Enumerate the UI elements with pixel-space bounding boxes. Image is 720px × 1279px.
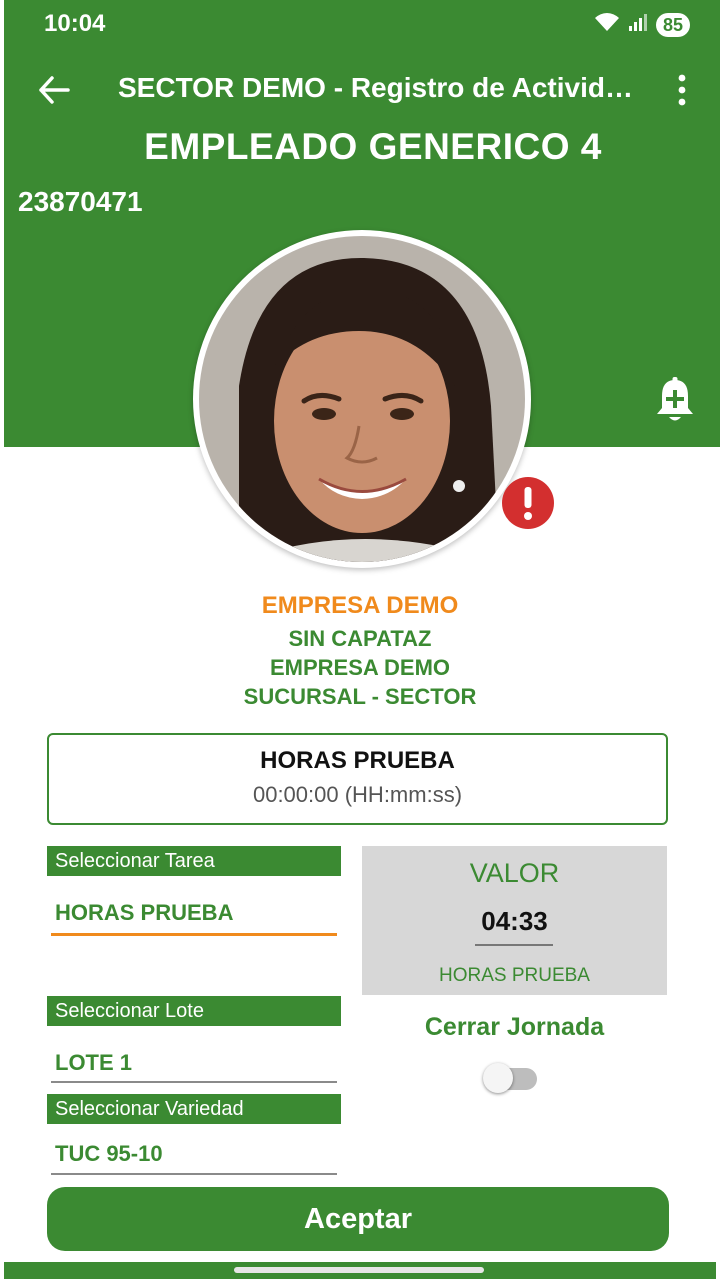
bell-plus-icon: [657, 377, 693, 421]
task-select[interactable]: HORAS PRUEBA: [51, 900, 339, 926]
task-select-underline: [51, 933, 337, 936]
battery-indicator: 85: [655, 12, 690, 37]
toggle-thumb: [483, 1063, 513, 1093]
variety-select[interactable]: TUC 95-10: [51, 1141, 339, 1167]
foreman-label: SIN CAPATAZ: [288, 626, 432, 651]
wifi-icon: [594, 11, 620, 38]
back-arrow-icon: [39, 76, 70, 104]
variety-select-underline: [51, 1173, 337, 1175]
valor-title: VALOR: [469, 858, 560, 888]
app-bar-title: SECTOR DEMO - Registro de Actividades: [118, 72, 638, 103]
overflow-menu-button[interactable]: [670, 70, 694, 110]
back-button[interactable]: [34, 70, 74, 110]
status-bar: 10:04 85: [0, 0, 720, 48]
nav-handle[interactable]: [234, 1267, 484, 1273]
navigation-bar: [4, 1262, 716, 1279]
company-name: EMPRESA DEMO: [261, 592, 459, 619]
close-shift-label: Cerrar Jornada: [424, 1013, 605, 1041]
valor-subtitle: HORAS PRUEBA: [439, 965, 590, 986]
status-icons: 85: [594, 11, 690, 38]
valor-underline: [475, 944, 553, 946]
task-field-label: Seleccionar Tarea: [47, 846, 341, 876]
employee-name: EMPLEADO GENERICO 4: [144, 126, 602, 167]
avatar: [193, 230, 531, 568]
hours-card: HORAS PRUEBA 00:00:00 (HH:mm:ss): [47, 733, 668, 825]
variety-field-label: Seleccionar Variedad: [47, 1094, 341, 1124]
app-bar: SECTOR DEMO - Registro de Actividades: [0, 62, 720, 118]
lot-select[interactable]: LOTE 1: [51, 1050, 339, 1076]
lot-select-underline: [51, 1081, 337, 1083]
close-shift-toggle[interactable]: [483, 1062, 539, 1094]
location-label: SUCURSAL - SECTOR: [243, 684, 477, 709]
company-secondary: EMPRESA DEMO: [269, 655, 451, 680]
valor-input[interactable]: 04:33: [362, 906, 667, 937]
accept-button[interactable]: Aceptar: [47, 1187, 669, 1251]
more-vert-icon: [678, 74, 686, 106]
signal-icon: [628, 12, 648, 37]
employee-photo: [199, 236, 525, 562]
valor-panel: VALOR 04:33 HORAS PRUEBA: [362, 846, 667, 995]
lot-field-label: Seleccionar Lote: [47, 996, 341, 1026]
employee-id: 23870471: [18, 186, 143, 217]
hours-card-title: HORAS PRUEBA: [260, 747, 455, 774]
hours-card-time: 00:00:00 (HH:mm:ss): [252, 782, 463, 807]
add-notification-button[interactable]: [654, 376, 696, 424]
status-time: 10:04: [44, 10, 106, 37]
alert-icon[interactable]: [500, 475, 556, 531]
